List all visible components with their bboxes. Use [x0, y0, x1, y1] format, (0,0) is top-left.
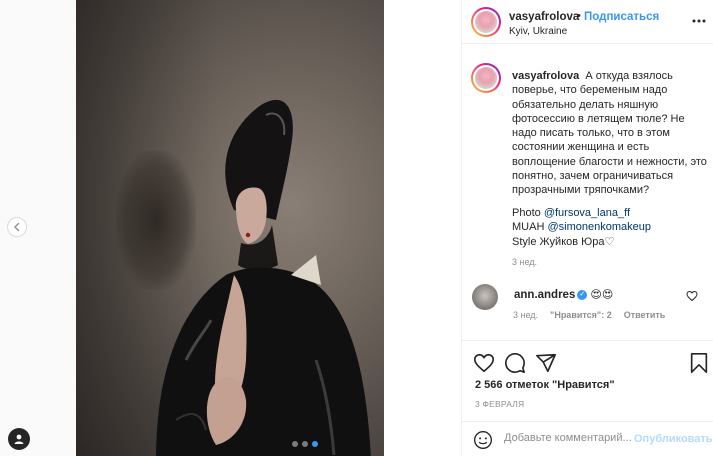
portrait-figure: [156, 99, 371, 456]
share-icon: [536, 353, 556, 373]
style-credit: Style Жуйков Юра: [512, 235, 605, 248]
carousel-indicator: [292, 441, 318, 447]
comment-timestamp[interactable]: 3 нед.: [513, 310, 538, 320]
location-link[interactable]: Kyiv, Ukraine: [509, 26, 567, 37]
user-icon: [14, 434, 24, 444]
comment-input[interactable]: [504, 432, 634, 444]
more-options-button[interactable]: [690, 12, 708, 30]
reply-button[interactable]: Ответить: [624, 310, 666, 320]
comment-likes[interactable]: "Нравится": 2: [550, 310, 612, 320]
post-date[interactable]: 3 ФЕВРАЛЯ: [475, 399, 524, 409]
profile-fab-button[interactable]: [8, 428, 30, 450]
caption-author-avatar[interactable]: [471, 63, 501, 93]
publish-button[interactable]: Опубликовать: [634, 433, 713, 445]
post-header: vasyafrolova • Подписаться Kyiv, Ukraine: [462, 0, 713, 44]
share-button[interactable]: [534, 351, 558, 375]
likes-count[interactable]: 2 566 отметок "Нравится": [475, 379, 615, 391]
chevron-left-icon: [14, 222, 20, 232]
post-photo[interactable]: [76, 0, 384, 456]
carousel-dot-active: [312, 441, 318, 447]
separator-dot: •: [577, 10, 581, 22]
comment-meta: 3 нед. "Нравится": 2 Ответить: [513, 310, 665, 320]
like-button[interactable]: [472, 351, 496, 375]
comment-button[interactable]: [503, 351, 527, 375]
comment-like-icon[interactable]: [686, 290, 698, 302]
more-icon: [692, 19, 706, 23]
author-username[interactable]: vasyafrolova: [509, 11, 579, 23]
emoji-icon[interactable]: [473, 430, 493, 450]
carousel-dot: [292, 441, 298, 447]
author-avatar[interactable]: [471, 7, 501, 37]
muah-credit-link[interactable]: @simonenkomakeup: [547, 221, 651, 233]
add-comment-bar: Опубликовать: [462, 421, 713, 456]
muah-credit-label: MUAH: [512, 221, 548, 234]
verified-icon: ✓: [577, 290, 588, 301]
comment-body: 😍😍: [590, 289, 614, 301]
comment-text-block: ann.andres ✓ 😍😍: [514, 288, 613, 301]
caption-credits: Photo @fursova_lana_ff MUAH @simonenkoma…: [512, 206, 708, 249]
caption-timestamp[interactable]: 3 нед.: [512, 257, 537, 267]
caption-body: А откуда взялось поверье, что беременым …: [512, 70, 707, 197]
follow-button[interactable]: Подписаться: [584, 11, 659, 23]
carousel-prev-button[interactable]: [7, 217, 27, 237]
heart-icon: [474, 353, 494, 373]
photo-credit-link[interactable]: @fursova_lana_ff: [544, 207, 630, 219]
caption-text-block: vasyafrolova А откуда взялось поверье, ч…: [512, 69, 708, 198]
bookmark-icon: [690, 353, 708, 373]
heart-glyph: ♡: [604, 235, 615, 248]
post-actions: 2 566 отметок "Нравится" 3 ФЕВРАЛЯ Опубл…: [462, 340, 713, 456]
comment-icon: [505, 353, 525, 373]
photo-credit-label: Photo: [512, 207, 544, 219]
caption-author[interactable]: vasyafrolova: [512, 70, 579, 82]
carousel-dot: [302, 441, 308, 447]
commenter-avatar[interactable]: [472, 284, 498, 310]
commenter-username[interactable]: ann.andres: [514, 289, 575, 301]
save-button[interactable]: [687, 351, 711, 375]
post-side-panel: vasyafrolova • Подписаться Kyiv, Ukraine…: [461, 0, 713, 456]
